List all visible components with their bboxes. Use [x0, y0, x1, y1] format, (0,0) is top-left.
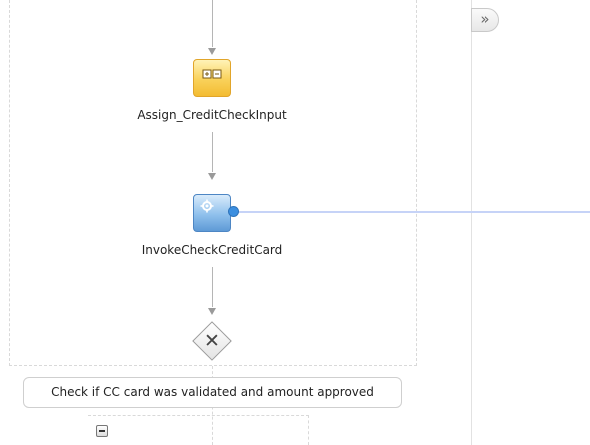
flow-arrow-icon — [208, 48, 216, 55]
invoke-gear-icon — [200, 199, 214, 213]
partner-link-wire[interactable] — [238, 211, 590, 213]
invoke-activity-icon[interactable] — [193, 194, 231, 232]
flow-connector — [212, 0, 213, 47]
collapse-minus-icon[interactable] — [96, 425, 108, 437]
invoke-port-connector[interactable] — [228, 206, 239, 217]
flow-arrow-icon — [208, 173, 216, 180]
case-branch-right-border — [308, 415, 309, 445]
expand-panel-icon[interactable]: » — [471, 8, 499, 32]
bpel-design-canvas: Assign_CreditCheckInput InvokeCheckCredi… — [0, 0, 590, 445]
scope-right-border — [416, 0, 417, 366]
case-condition-label[interactable]: Check if CC card was validated and amoun… — [23, 377, 402, 408]
scope-bottom-border — [9, 365, 417, 366]
flow-arrow-icon — [208, 308, 216, 315]
assign-activity-icon[interactable] — [193, 59, 231, 97]
case-branch-top-border — [88, 415, 309, 416]
assign-activity-label[interactable]: Assign_CreditCheckInput — [112, 108, 312, 122]
partner-lane-divider — [471, 0, 472, 445]
scope-left-border — [9, 0, 10, 366]
switch-x-glyph[interactable]: ✕ — [198, 327, 226, 355]
flow-connector — [212, 132, 213, 172]
assign-icon — [202, 69, 222, 79]
flow-connector — [212, 267, 213, 307]
invoke-activity-label[interactable]: InvokeCheckCreditCard — [112, 243, 312, 257]
